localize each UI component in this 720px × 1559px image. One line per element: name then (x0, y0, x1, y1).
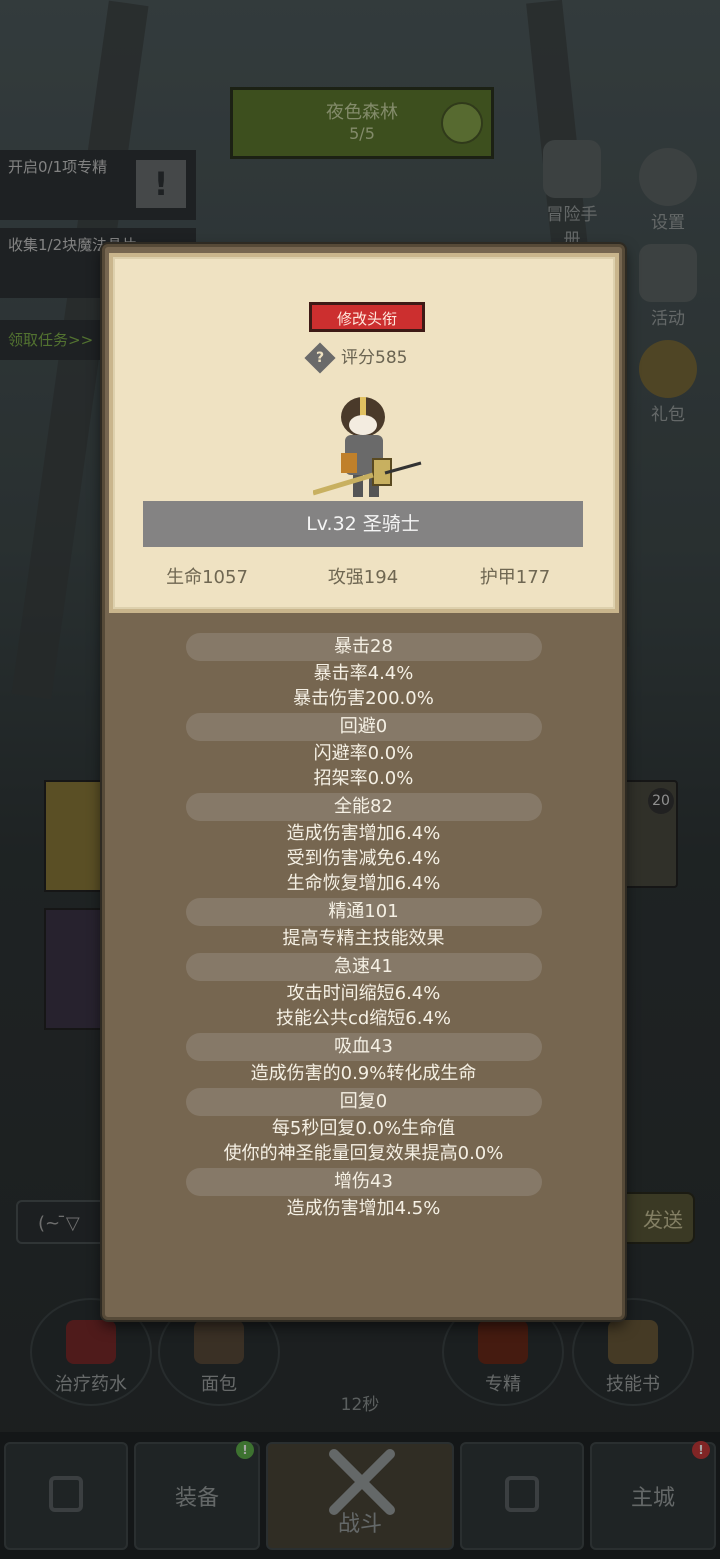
score-row: ? 评分585 (304, 342, 459, 374)
level-class-bar: Lv.32 圣骑士 (143, 501, 583, 547)
stat-line: 招架率0.0% (313, 768, 414, 789)
stat-line: 提高专精主技能效果 (282, 928, 445, 949)
stat-line: 造成伤害增加6.4% (286, 823, 441, 844)
character-card: 修改头衔 ? 评分585 Lv.32 圣骑士 生命1057 攻强194 护甲177 (109, 253, 619, 613)
stat-line: 造成伤害的0.9%转化成生命 (250, 1063, 477, 1084)
stats-list: 暴击28 暴击率4.4% 暴击伤害200.0% 回避0 闪避率0.0% 招架率0… (105, 631, 622, 1221)
stat-line: 闪避率0.0% (313, 743, 414, 764)
stat-header-regen: 回复0 (185, 1088, 542, 1116)
stat-header-versatility: 全能82 (185, 793, 542, 821)
stat-attack-power: 攻强194 (327, 567, 399, 588)
stat-line: 使你的神圣能量回复效果提高0.0% (223, 1143, 504, 1164)
stat-header-crit: 暴击28 (185, 633, 542, 661)
stat-line: 受到伤害减免6.4% (286, 848, 441, 869)
stat-header-leech: 吸血43 (185, 1033, 542, 1061)
stat-header-haste: 急速41 (185, 953, 542, 981)
stat-line: 技能公共cd缩短6.4% (275, 1008, 452, 1029)
stat-header-damage-bonus: 增伤43 (185, 1168, 542, 1196)
stat-hp: 生命1057 (166, 567, 248, 588)
question-icon[interactable]: ? (304, 342, 336, 374)
score-text: 评分585 (341, 348, 408, 368)
stat-armor: 护甲177 (479, 567, 551, 588)
hero-avatar (312, 389, 423, 503)
stat-line: 造成伤害增加4.5% (286, 1198, 441, 1219)
stat-line: 生命恢复增加6.4% (286, 873, 441, 894)
stat-header-avoidance: 回避0 (185, 713, 542, 741)
character-stats-modal: 修改头衔 ? 评分585 Lv.32 圣骑士 生命1057 攻强194 护甲177… (102, 244, 625, 1320)
stat-line: 每5秒回复0.0%生命值 (271, 1118, 456, 1139)
change-title-button[interactable]: 修改头衔 (309, 302, 425, 332)
stat-header-mastery: 精通101 (185, 898, 542, 926)
stat-line: 暴击伤害200.0% (293, 688, 434, 709)
stat-line: 暴击率4.4% (313, 663, 414, 684)
stat-line: 攻击时间缩短6.4% (286, 983, 441, 1004)
